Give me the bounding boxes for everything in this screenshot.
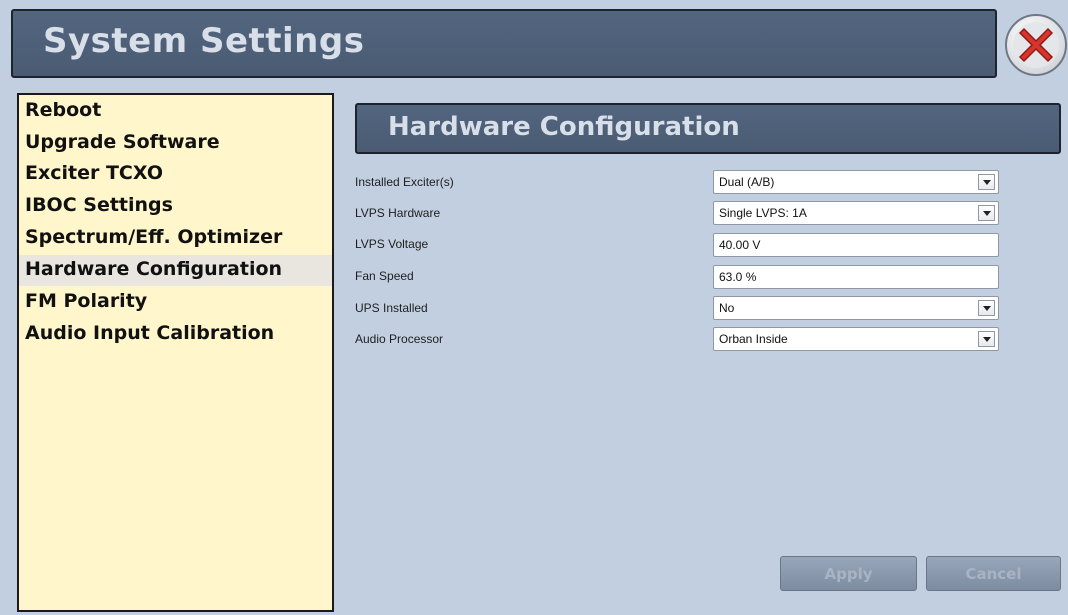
sidebar-menu: Reboot Upgrade Software Exciter TCXO IBO…: [17, 93, 334, 612]
lvps-voltage-label: LVPS Voltage: [355, 237, 429, 251]
lvps-hardware-label: LVPS Hardware: [355, 206, 441, 220]
sidebar-item-hardware-configuration[interactable]: Hardware Configuration: [19, 255, 332, 286]
sidebar-item-iboc-settings[interactable]: IBOC Settings: [19, 191, 332, 222]
lvps-voltage-field[interactable]: [713, 233, 999, 257]
installed-exciters-label: Installed Exciter(s): [355, 175, 454, 189]
sidebar-item-fm-polarity[interactable]: FM Polarity: [19, 287, 332, 318]
audio-processor-select[interactable]: Orban Inside: [713, 327, 999, 351]
chevron-down-icon: [978, 331, 995, 347]
ups-installed-value: No: [719, 301, 735, 315]
installed-exciters-select[interactable]: Dual (A/B): [713, 170, 999, 194]
lvps-hardware-select[interactable]: Single LVPS: 1A: [713, 201, 999, 225]
installed-exciters-value: Dual (A/B): [719, 175, 775, 189]
sidebar-item-spectrum-optimizer[interactable]: Spectrum/Eff. Optimizer: [19, 223, 332, 254]
ups-installed-label: UPS Installed: [355, 301, 428, 315]
section-header: Hardware Configuration: [355, 103, 1061, 154]
chevron-down-icon: [978, 174, 995, 190]
fan-speed-field[interactable]: [713, 265, 999, 289]
sidebar-item-exciter-tcxo[interactable]: Exciter TCXO: [19, 159, 332, 190]
page-title: System Settings: [43, 21, 365, 61]
cancel-button[interactable]: Cancel: [926, 556, 1061, 591]
lvps-hardware-value: Single LVPS: 1A: [719, 206, 807, 220]
apply-button[interactable]: Apply: [780, 556, 917, 591]
fan-speed-label: Fan Speed: [355, 269, 414, 283]
chevron-down-icon: [978, 300, 995, 316]
sidebar-item-audio-input-calibration[interactable]: Audio Input Calibration: [19, 319, 332, 350]
chevron-down-icon: [978, 205, 995, 221]
sidebar-item-reboot[interactable]: Reboot: [19, 96, 332, 127]
close-button[interactable]: [1005, 14, 1067, 76]
close-x-icon: [1013, 22, 1059, 68]
audio-processor-label: Audio Processor: [355, 332, 444, 346]
sidebar-item-upgrade-software[interactable]: Upgrade Software: [19, 128, 332, 159]
section-title: Hardware Configuration: [388, 112, 740, 142]
ups-installed-select[interactable]: No: [713, 296, 999, 320]
audio-processor-value: Orban Inside: [719, 332, 788, 346]
header-bar: System Settings: [11, 9, 997, 78]
